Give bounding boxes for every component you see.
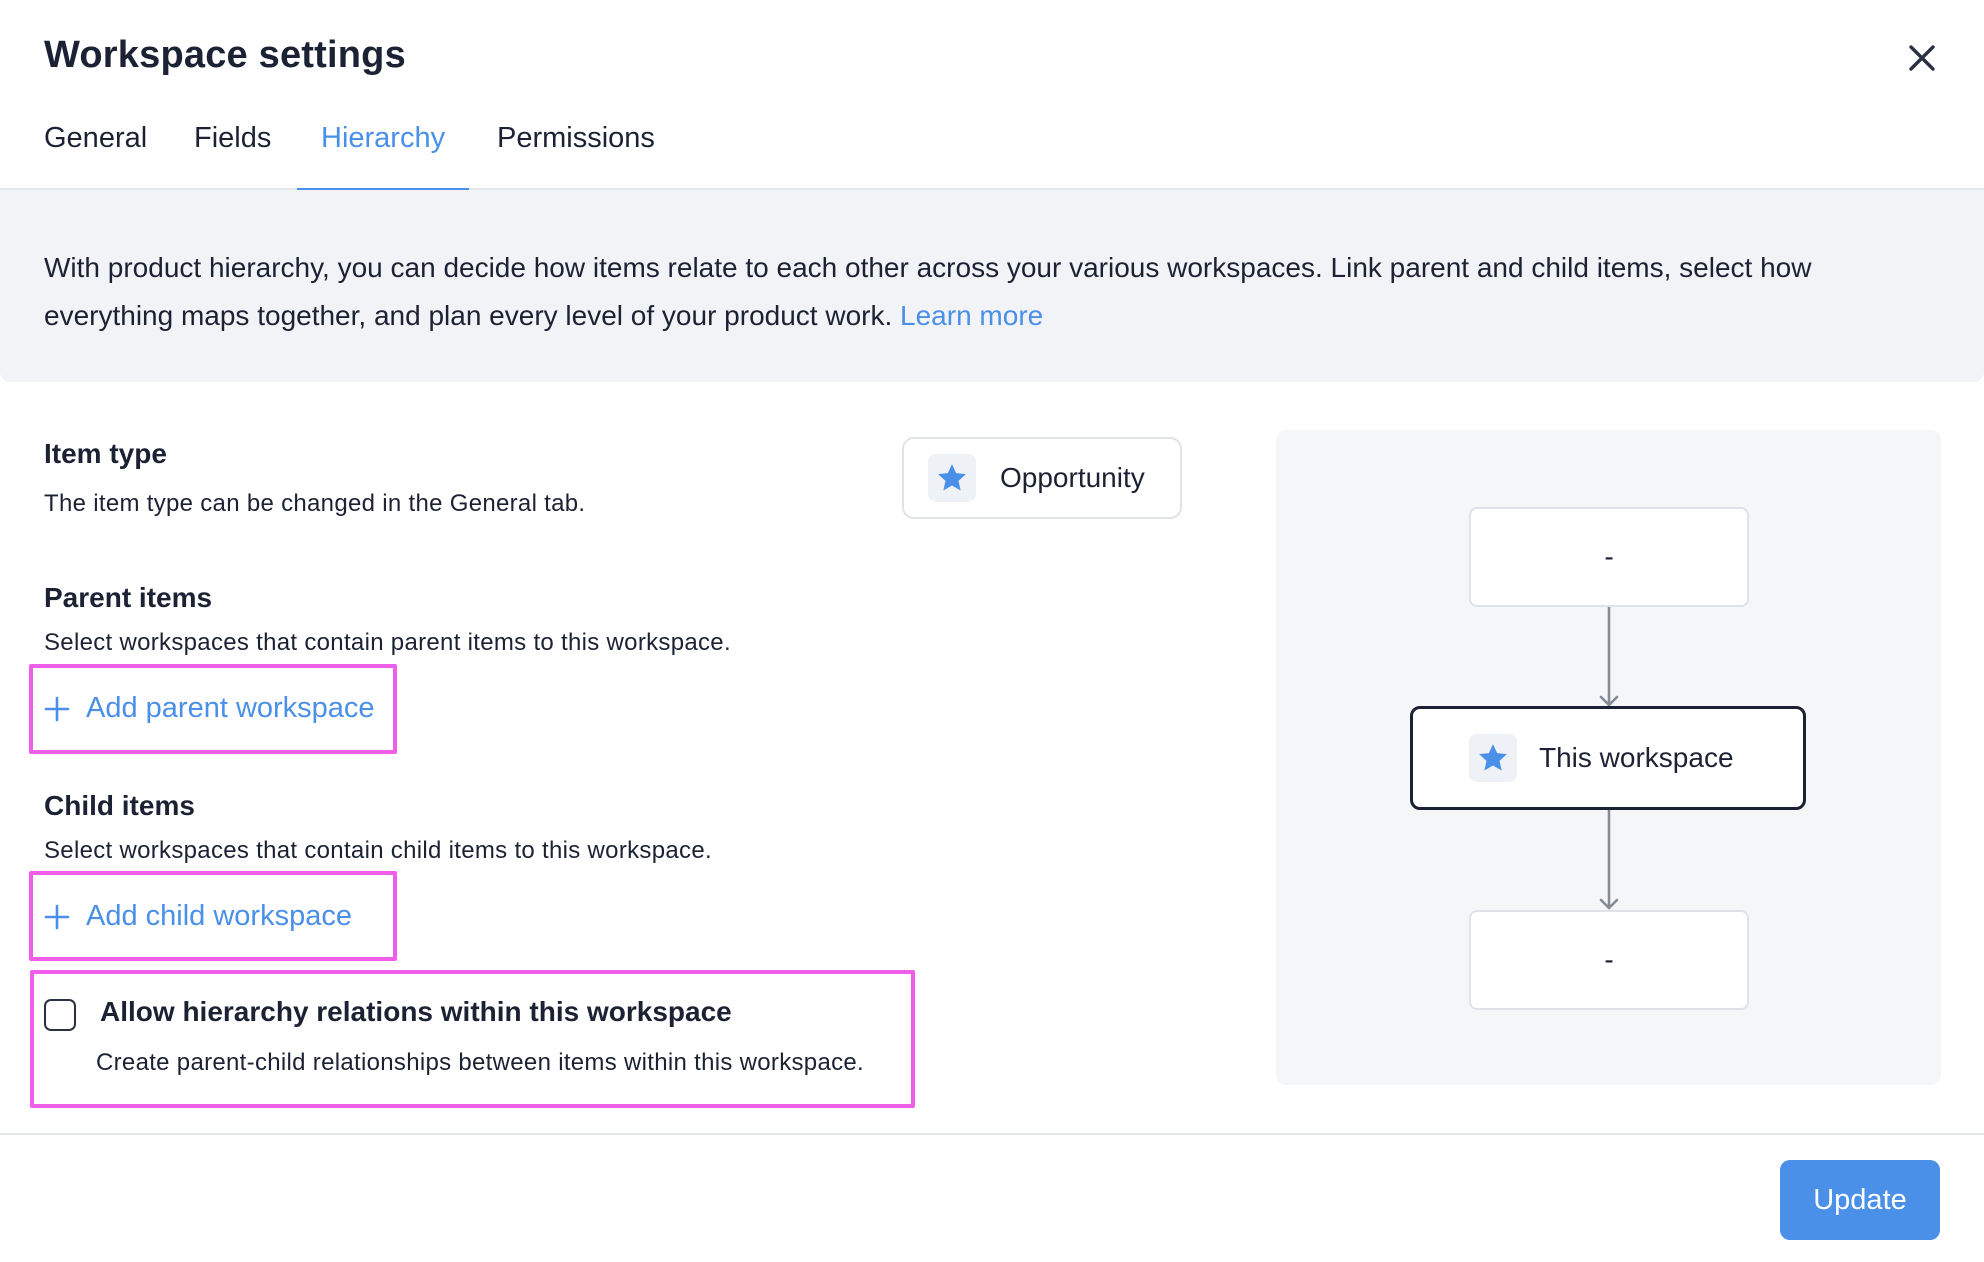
tab-fields[interactable]: Fields xyxy=(194,100,271,190)
highlight-allow-within xyxy=(30,970,915,1108)
child-items-title: Child items xyxy=(44,790,195,821)
parent-node: - xyxy=(1469,507,1749,607)
workspace-settings-dialog: Workspace settings General Fields Hierar… xyxy=(0,0,1984,1262)
close-button[interactable] xyxy=(1902,38,1942,78)
info-banner: With product hierarchy, you can decide h… xyxy=(0,190,1984,382)
connector-arrow-icon xyxy=(1599,810,1619,910)
tab-permissions[interactable]: Permissions xyxy=(497,100,655,190)
item-type-icon-box xyxy=(928,454,976,502)
current-workspace-icon-box xyxy=(1469,734,1517,782)
parent-items-title: Parent items xyxy=(44,582,213,613)
plus-icon xyxy=(44,696,70,721)
plus-icon xyxy=(44,904,70,929)
tab-bar: General Fields Hierarchy Permissions xyxy=(0,100,1984,192)
add-child-workspace-button[interactable]: Add child workspace xyxy=(44,900,352,933)
child-node: - xyxy=(1469,910,1749,1010)
add-parent-workspace-label: Add parent workspace xyxy=(86,692,375,724)
update-button[interactable]: Update xyxy=(1780,1160,1940,1240)
parent-items-description: Select workspaces that contain parent it… xyxy=(44,629,731,656)
item-type-chip: Opportunity xyxy=(902,437,1182,519)
allow-within-description: Create parent-child relationships betwee… xyxy=(96,1049,865,1076)
learn-more-link[interactable]: Learn more xyxy=(900,300,1043,331)
hierarchy-diagram: - This workspace - xyxy=(1276,430,1941,1085)
star-icon xyxy=(938,464,966,491)
tab-hierarchy[interactable]: Hierarchy xyxy=(296,100,470,192)
item-type-description: The item type can be changed in the Gene… xyxy=(44,490,586,517)
allow-within-checkbox[interactable] xyxy=(44,999,76,1031)
connector-arrow-icon xyxy=(1599,607,1619,707)
item-type-value: Opportunity xyxy=(1000,462,1145,493)
current-workspace-label: This workspace xyxy=(1539,742,1734,773)
dialog-title: Workspace settings xyxy=(44,34,406,76)
child-items-description: Select workspaces that contain child ite… xyxy=(44,837,712,864)
footer-divider xyxy=(0,1133,1984,1135)
add-parent-workspace-button[interactable]: Add parent workspace xyxy=(44,692,375,725)
add-child-workspace-label: Add child workspace xyxy=(86,900,352,932)
item-type-title: Item type xyxy=(44,438,167,469)
close-icon xyxy=(1909,45,1935,71)
tab-general[interactable]: General xyxy=(44,100,147,190)
star-icon xyxy=(1479,744,1507,771)
current-workspace-node: This workspace xyxy=(1410,706,1806,810)
allow-within-label[interactable]: Allow hierarchy relations within this wo… xyxy=(100,996,732,1028)
